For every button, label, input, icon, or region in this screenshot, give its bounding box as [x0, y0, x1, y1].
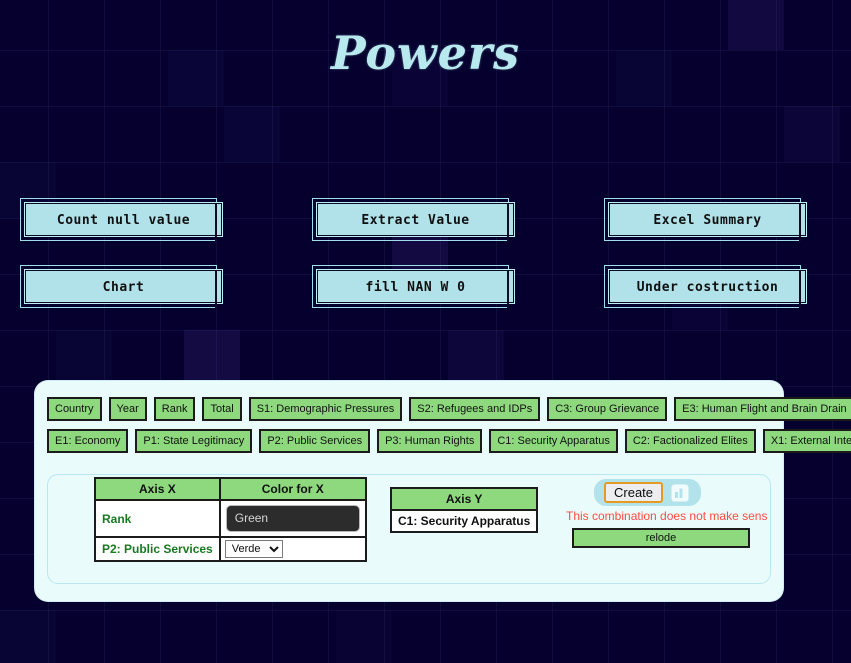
column-chip-c1[interactable]: C1: Security Apparatus: [489, 429, 618, 453]
column-chip-s1[interactable]: S1: Demographic Pressures: [249, 397, 403, 421]
column-chip-country[interactable]: Country: [47, 397, 102, 421]
extract-value-button[interactable]: Extract Value: [317, 203, 514, 236]
column-chip-e1[interactable]: E1: Economy: [47, 429, 128, 453]
axis-x-header: Axis X: [95, 478, 220, 500]
fill-nan-button[interactable]: fill NAN W 0: [317, 270, 514, 303]
color-select-rank[interactable]: Green: [226, 505, 360, 532]
action-cell: Under costruction: [604, 265, 801, 301]
column-chip-p2[interactable]: P2: Public Services: [259, 429, 370, 453]
column-chip-total[interactable]: Total: [202, 397, 241, 421]
column-chip-row-2: E1: Economy P1: State Legitimacy P2: Pub…: [47, 429, 771, 453]
action-cell: Excel Summary: [604, 198, 801, 234]
action-cell: Extract Value: [312, 198, 509, 234]
color-select-p2[interactable]: Verde: [225, 540, 283, 558]
axis-y-value: C1: Security Apparatus: [391, 510, 537, 532]
column-chip-c3[interactable]: C3: Group Grievance: [547, 397, 667, 421]
column-chip-e3[interactable]: E3: Human Flight and Brain Drain: [674, 397, 851, 421]
column-chip-p3[interactable]: P3: Human Rights: [377, 429, 482, 453]
column-chip-x1[interactable]: X1: External Intervention: [763, 429, 851, 453]
axis-x-value-p2: P2: Public Services: [95, 537, 220, 561]
reload-button[interactable]: relode: [572, 528, 750, 548]
button-frame: Under costruction: [604, 265, 801, 308]
page-title: Powers: [0, 26, 851, 80]
column-chip-row-1: Country Year Rank Total S1: Demographic …: [47, 397, 771, 421]
color-x-header: Color for X: [220, 478, 366, 500]
action-cell: Chart: [20, 265, 217, 301]
action-row-2: Chart fill NAN W 0 Under costruction: [0, 265, 851, 332]
create-column: Create This combination does not make se…: [566, 479, 756, 548]
column-chip-rank[interactable]: Rank: [154, 397, 196, 421]
column-chip-p1[interactable]: P1: State Legitimacy: [135, 429, 252, 453]
button-frame: Excel Summary: [604, 198, 801, 241]
action-row-1: Count null value Extract Value Excel Sum…: [0, 198, 851, 265]
action-cell: Count null value: [20, 198, 217, 234]
create-button[interactable]: Create: [604, 482, 663, 503]
error-message: This combination does not make sens: [566, 509, 756, 523]
main-panel: Country Year Rank Total S1: Demographic …: [35, 381, 783, 601]
table-row: P2: Public Services Verde: [95, 537, 366, 561]
button-frame: fill NAN W 0: [312, 265, 509, 308]
column-chip-s2[interactable]: S2: Refugees and IDPs: [409, 397, 540, 421]
button-frame: Count null value: [20, 198, 217, 241]
chart-builder-panel: Axis X Color for X Rank Green P2: Public…: [47, 474, 771, 584]
color-cell: Green: [220, 500, 366, 537]
table-header-row: Axis Y: [391, 488, 537, 510]
axis-y-table: Axis Y C1: Security Apparatus: [390, 487, 538, 533]
bar-chart-icon: [671, 484, 689, 502]
table-row: Rank Green: [95, 500, 366, 537]
axis-x-value-rank: Rank: [95, 500, 220, 537]
create-button-group: Create: [594, 479, 701, 506]
button-frame: Chart: [20, 265, 217, 308]
axis-x-table: Axis X Color for X Rank Green P2: Public…: [94, 477, 367, 562]
column-chip-year[interactable]: Year: [109, 397, 147, 421]
button-frame: Extract Value: [312, 198, 509, 241]
table-header-row: Axis X Color for X: [95, 478, 366, 500]
under-construction-button[interactable]: Under costruction: [609, 270, 806, 303]
table-row: C1: Security Apparatus: [391, 510, 537, 532]
column-chips: Country Year Rank Total S1: Demographic …: [47, 397, 771, 461]
action-cell: fill NAN W 0: [312, 265, 509, 301]
axis-y-header: Axis Y: [391, 488, 537, 510]
action-buttons-area: Count null value Extract Value Excel Sum…: [0, 198, 851, 332]
count-null-value-button[interactable]: Count null value: [25, 203, 222, 236]
color-cell: Verde: [220, 537, 366, 561]
chart-button[interactable]: Chart: [25, 270, 222, 303]
column-chip-c2[interactable]: C2: Factionalized Elites: [625, 429, 756, 453]
excel-summary-button[interactable]: Excel Summary: [609, 203, 806, 236]
